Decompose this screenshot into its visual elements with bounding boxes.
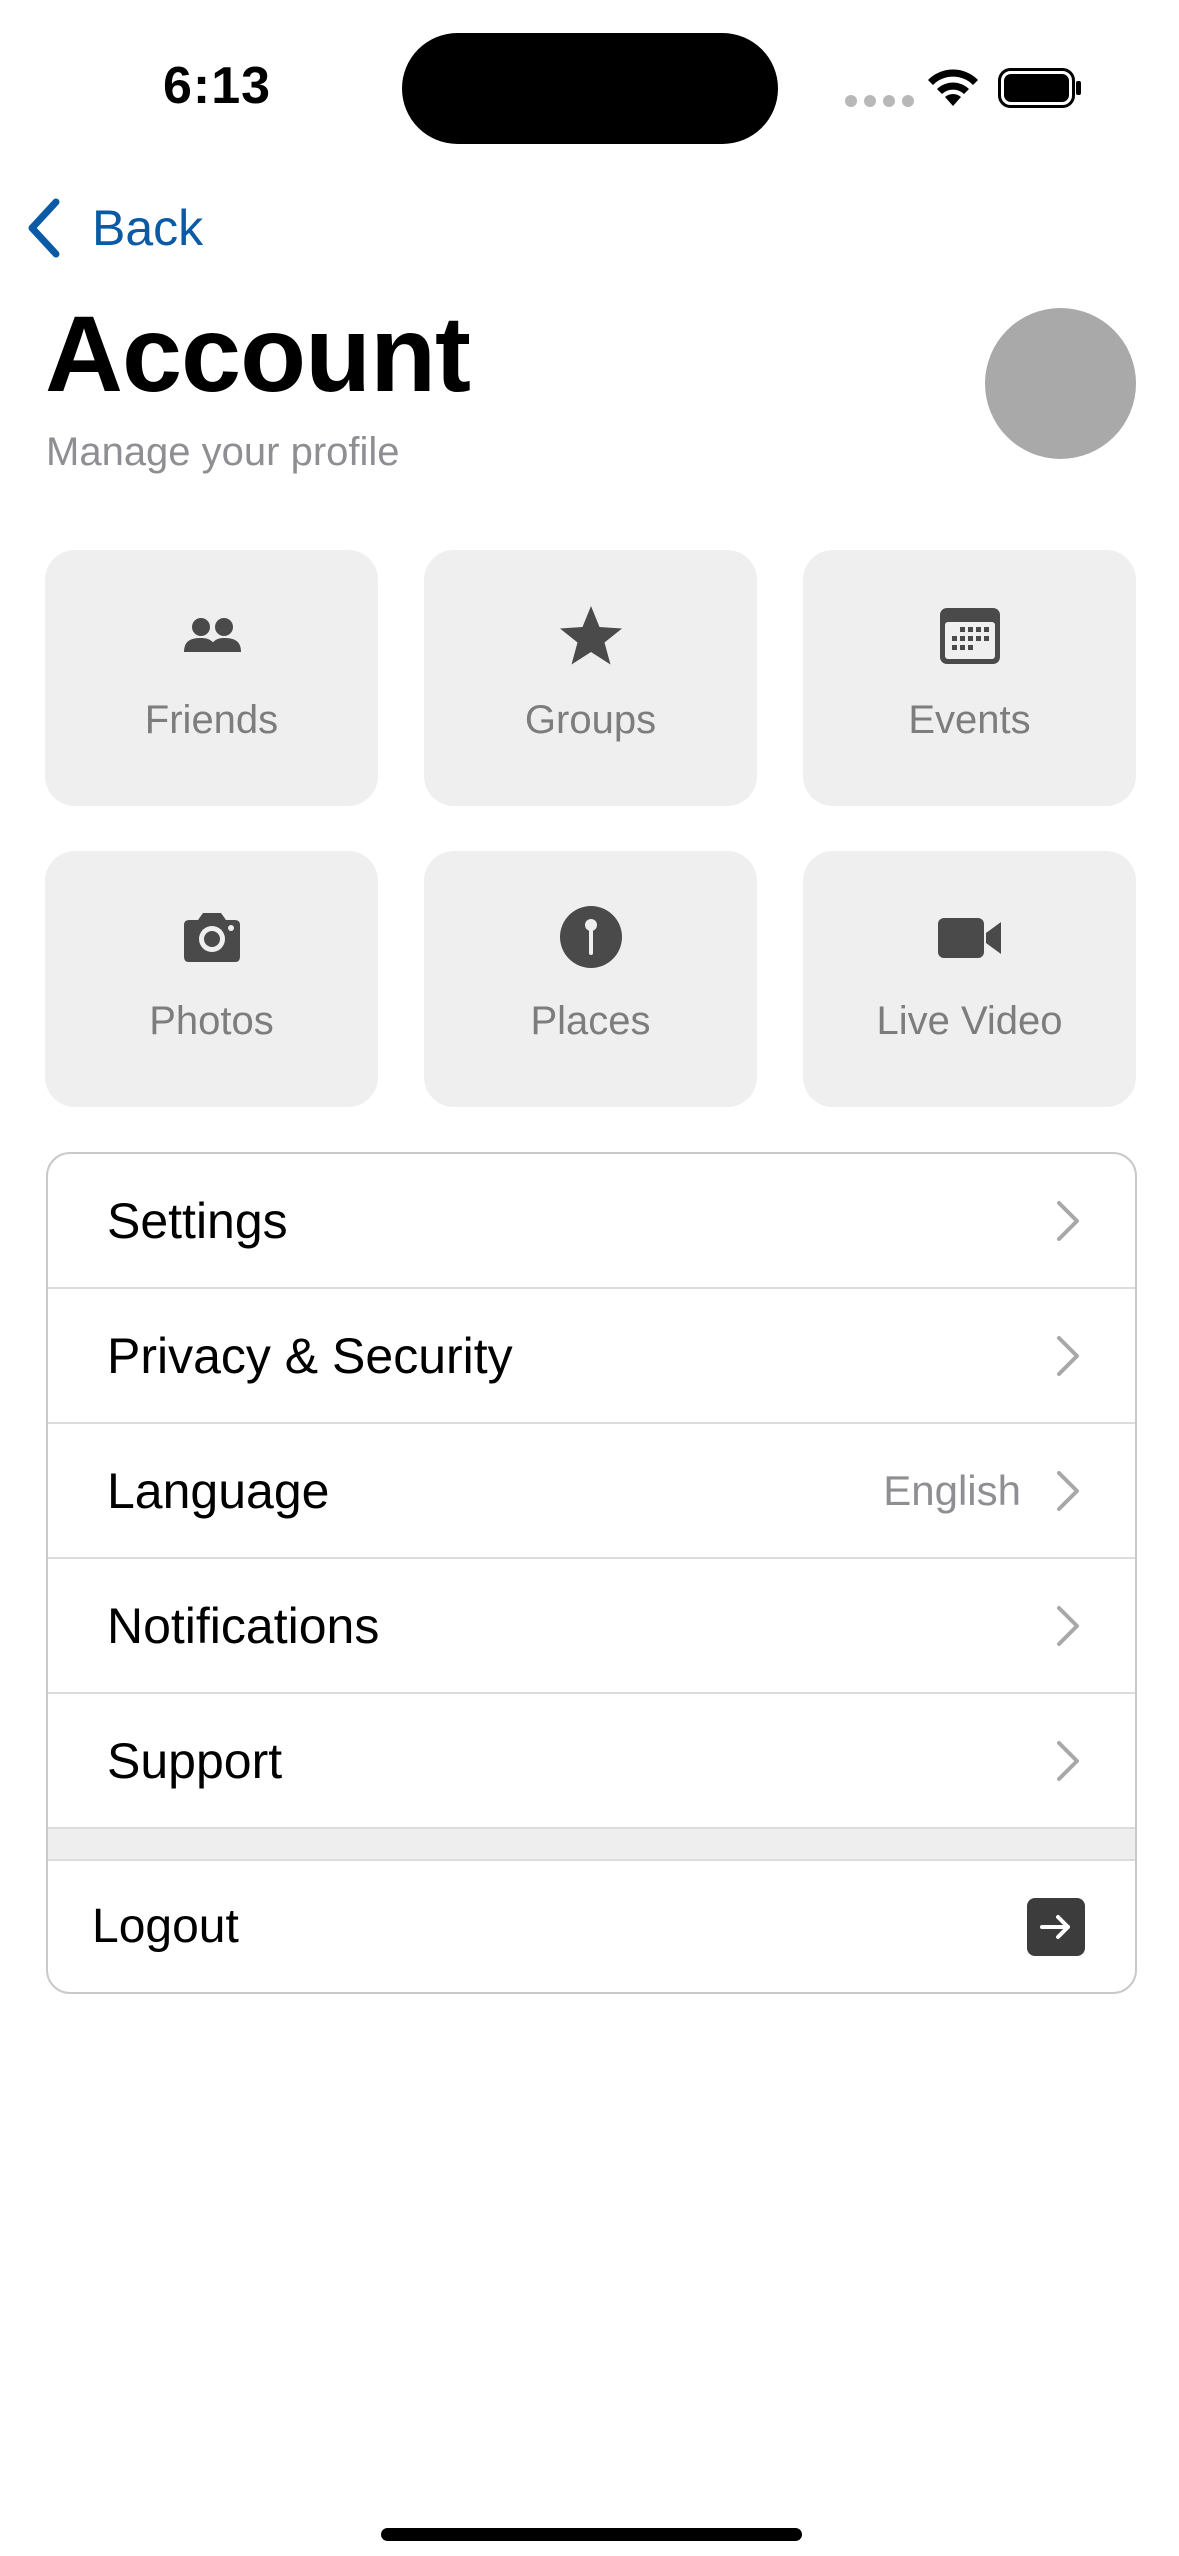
row-label: Privacy & Security <box>107 1327 513 1384</box>
status-time: 6:13 <box>163 57 272 115</box>
row-label: Language <box>107 1462 330 1519</box>
logout-button[interactable]: Logout <box>48 1861 1135 1992</box>
tile-label: Friends <box>144 698 279 742</box>
row-label: Settings <box>107 1192 288 1249</box>
chevron-right-icon <box>1057 1200 1079 1241</box>
wifi-icon <box>928 69 978 106</box>
logout-arrow-icon <box>1027 1897 1085 1956</box>
star-icon <box>555 600 627 672</box>
section-divider <box>48 1829 1135 1861</box>
tile-label: Groups <box>524 698 657 742</box>
tile-label: Photos <box>149 999 274 1043</box>
settings-row-privacy-security[interactable]: Privacy & Security <box>48 1289 1135 1424</box>
back-label: Back <box>92 200 204 256</box>
page-title: Account <box>45 293 471 414</box>
avatar[interactable] <box>985 308 1136 459</box>
tile-label: Places <box>530 999 651 1043</box>
home-indicator[interactable] <box>381 2528 802 2541</box>
pin-icon <box>555 901 627 973</box>
calendar-icon <box>934 600 1006 672</box>
settings-list: Settings Privacy & Security Language Eng… <box>46 1152 1137 1994</box>
dynamic-island <box>402 33 778 144</box>
cellular-signal-icon <box>845 95 914 107</box>
tile-places[interactable]: Places <box>424 851 757 1107</box>
camera-icon <box>176 901 248 973</box>
chevron-right-icon <box>1057 1605 1079 1646</box>
chevron-left-icon <box>28 198 60 258</box>
battery-icon <box>998 68 1081 108</box>
row-label: Support <box>107 1732 283 1789</box>
tile-photos[interactable]: Photos <box>45 851 378 1107</box>
video-icon <box>934 901 1006 973</box>
language-value: English <box>883 1466 1021 1514</box>
logout-label: Logout <box>92 1900 239 1953</box>
page-subtitle: Manage your profile <box>46 430 400 474</box>
chevron-right-icon <box>1057 1335 1079 1376</box>
tile-label: Events <box>908 698 1031 742</box>
chevron-right-icon <box>1057 1740 1079 1781</box>
tile-groups[interactable]: Groups <box>424 550 757 806</box>
tile-events[interactable]: Events <box>803 550 1136 806</box>
tile-live-video[interactable]: Live Video <box>803 851 1136 1107</box>
settings-row-language[interactable]: Language English <box>48 1424 1135 1559</box>
settings-row-settings[interactable]: Settings <box>48 1154 1135 1289</box>
settings-row-notifications[interactable]: Notifications <box>48 1559 1135 1694</box>
settings-row-support[interactable]: Support <box>48 1694 1135 1829</box>
tile-label: Live Video <box>876 999 1063 1043</box>
chevron-right-icon <box>1057 1470 1079 1511</box>
row-label: Notifications <box>107 1597 380 1654</box>
back-button[interactable]: Back <box>24 195 203 261</box>
people-icon <box>176 600 248 672</box>
tile-friends[interactable]: Friends <box>45 550 378 806</box>
